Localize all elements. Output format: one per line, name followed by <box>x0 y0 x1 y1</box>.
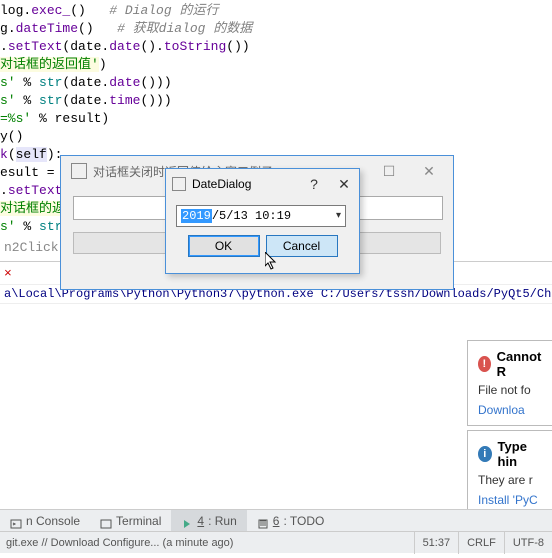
notification-title: ! Cannot R <box>478 349 542 379</box>
line-separator[interactable]: CRLF <box>458 532 504 554</box>
notification-link[interactable]: Install 'PyC <box>478 493 542 507</box>
todo-icon <box>257 515 269 527</box>
notification-link[interactable]: Downloa <box>478 403 542 417</box>
datetime-rest: /5/13 10:19 <box>212 209 291 223</box>
notification-title: i Type hin <box>478 439 542 469</box>
tab-terminal[interactable]: Terminal <box>90 510 171 532</box>
date-dialog: DateDialog ? ✕ 2019/5/13 10:19 ▾ OK Canc… <box>165 168 360 274</box>
notification-title-text: Type hin <box>498 439 542 469</box>
date-dialog-title: DateDialog <box>192 177 299 191</box>
maximize-button[interactable]: ☐ <box>369 159 409 183</box>
tab-label: Terminal <box>116 510 161 532</box>
tab-mnemonic: 6 <box>273 510 280 532</box>
date-dialog-body: 2019/5/13 10:19 ▾ OK Cancel <box>166 199 359 263</box>
date-dialog-titlebar: DateDialog ? ✕ <box>166 169 359 199</box>
code-line: g.dateTime() # 获取dialog 的数据 <box>0 20 552 38</box>
notification-info: i Type hin They are r Install 'PyC <box>467 430 552 516</box>
close-button[interactable]: ✕ <box>329 176 359 193</box>
code-line: s' % str(date.time())) <box>0 92 552 110</box>
window-icon <box>71 163 87 179</box>
caret-position[interactable]: 51:37 <box>414 532 459 554</box>
tab-label: : TODO <box>283 510 324 532</box>
code-line: 对话框的返回值') <box>0 56 552 74</box>
code-line: y() <box>0 128 552 146</box>
info-icon: i <box>478 446 492 462</box>
datetime-edit[interactable]: 2019/5/13 10:19 ▾ <box>176 205 346 227</box>
notification-subtitle: They are r <box>478 473 542 487</box>
help-button[interactable]: ? <box>299 176 329 192</box>
code-line: .setText(date.date().toString()) <box>0 38 552 56</box>
notification-title-text: Cannot R <box>497 349 542 379</box>
code-line: log.exec_() # Dialog 的运行 <box>0 2 552 20</box>
tab-python-console[interactable]: n Console <box>0 510 90 532</box>
error-icon: ! <box>478 356 491 372</box>
cancel-button[interactable]: Cancel <box>266 235 338 257</box>
tab-run[interactable]: 4: Run <box>171 510 246 532</box>
window-icon <box>172 177 186 191</box>
status-bar: git.exe // Download Configure... (a minu… <box>0 531 552 553</box>
tab-label: n Console <box>26 510 80 532</box>
date-dialog-buttons: OK Cancel <box>176 235 349 257</box>
code-line: =%s' % result) <box>0 110 552 128</box>
bottom-tool-tabs: n Console Terminal 4: Run 6: TODO <box>0 509 552 531</box>
datetime-selected-portion: 2019 <box>181 209 212 223</box>
tab-mnemonic: 4 <box>197 510 204 532</box>
run-icon <box>181 515 193 527</box>
notification-error: ! Cannot R File not fo Downloa <box>467 340 552 426</box>
notification-subtitle: File not fo <box>478 383 542 397</box>
code-line: s' % str(date.date())) <box>0 74 552 92</box>
terminal-icon <box>100 515 112 527</box>
file-encoding[interactable]: UTF-8 <box>504 532 552 554</box>
ok-button[interactable]: OK <box>188 235 260 257</box>
tab-label: : Run <box>208 510 237 532</box>
stop-icon[interactable]: × <box>4 266 12 281</box>
console-icon <box>10 515 22 527</box>
close-button[interactable]: ✕ <box>409 159 449 183</box>
status-message: git.exe // Download Configure... (a minu… <box>0 537 414 549</box>
tab-todo[interactable]: 6: TODO <box>247 510 335 532</box>
chevron-down-icon[interactable]: ▾ <box>336 210 341 222</box>
